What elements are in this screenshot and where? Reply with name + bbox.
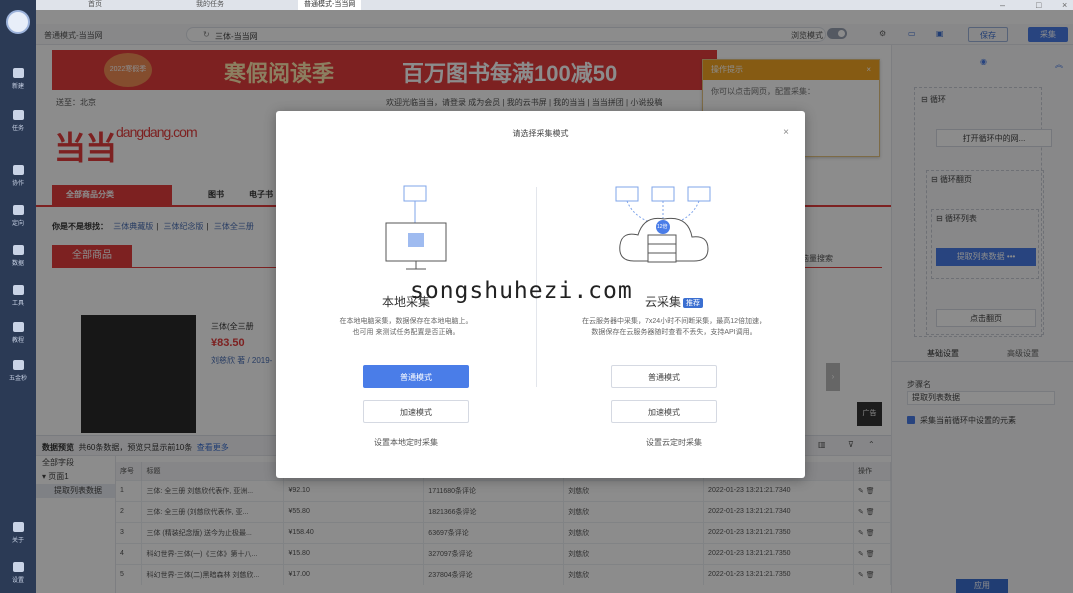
- local-normal-mode-button[interactable]: 普通模式: [363, 365, 469, 388]
- cloud-collect-desc: 在云服务器中采集，7x24小时不间断采集，最高12倍加速， 数据保存在云服务器随…: [582, 318, 766, 336]
- rail-tasks[interactable]: 任务: [0, 110, 36, 132]
- shield-icon: [12, 205, 24, 215]
- tools-icon: [12, 285, 24, 295]
- left-rail: 新建 任务 协作 定向 数据 工具 教程 五金秒 关于 设置: [0, 0, 36, 593]
- close-icon[interactable]: ×: [1062, 0, 1067, 10]
- cloud-server-icon: [615, 186, 711, 263]
- speed-badge: 12倍: [657, 224, 668, 230]
- rail-target[interactable]: 定向: [0, 205, 36, 227]
- graduation-cap-icon: [12, 322, 24, 332]
- cloud-normal-mode-button[interactable]: 普通模式: [611, 365, 717, 388]
- people-icon: [12, 165, 24, 175]
- tab-bar: 首页 我的任务 普通模式-当当网 – □ ×: [36, 0, 1073, 10]
- maximize-icon[interactable]: □: [1036, 0, 1041, 10]
- rail-extra[interactable]: 五金秒: [0, 360, 36, 382]
- rail-tools[interactable]: 工具: [0, 285, 36, 307]
- cloud-timed-link[interactable]: 设置云定时采集: [544, 437, 804, 448]
- rail-new[interactable]: 新建: [0, 68, 36, 90]
- info-icon: [12, 522, 24, 532]
- task-icon: [12, 110, 24, 120]
- rail-settings[interactable]: 设置: [0, 562, 36, 584]
- app-window: 新建 任务 协作 定向 数据 工具 教程 五金秒 关于 设置 首页 我的任务 普…: [0, 0, 1073, 593]
- local-speed-mode-button[interactable]: 加速模式: [363, 400, 469, 423]
- collect-mode-dialog: 请选择采集模式 × 本地采集 在本地电脑采集，数据保存在本地电脑上。 也可用 来…: [276, 111, 805, 478]
- plus-icon: [12, 68, 24, 78]
- tab-my-tasks[interactable]: 我的任务: [196, 0, 224, 10]
- rail-collab[interactable]: 协作: [0, 165, 36, 187]
- local-collect-desc: 在本地电脑采集，数据保存在本地电脑上。 也可用 来测试任务配置是否正确。: [339, 318, 473, 336]
- rail-tutorial[interactable]: 教程: [0, 322, 36, 344]
- avatar[interactable]: [6, 10, 30, 34]
- data-icon: [12, 245, 24, 255]
- recommend-badge: 推荐: [683, 297, 703, 308]
- rail-data[interactable]: 数据: [0, 245, 36, 267]
- computer-icon: [385, 185, 447, 270]
- local-timed-link[interactable]: 设置本地定时采集: [276, 437, 536, 448]
- rail-about[interactable]: 关于: [0, 522, 36, 544]
- cloud-speed-mode-button[interactable]: 加速模式: [611, 400, 717, 423]
- tab-active-task[interactable]: 普通模式-当当网: [298, 0, 362, 10]
- gear-icon: [12, 562, 24, 572]
- minimize-icon[interactable]: –: [1000, 0, 1005, 10]
- coin-icon: [12, 360, 24, 370]
- tab-home[interactable]: 首页: [88, 0, 102, 10]
- watermark-text: songshuhezi.com: [410, 278, 633, 304]
